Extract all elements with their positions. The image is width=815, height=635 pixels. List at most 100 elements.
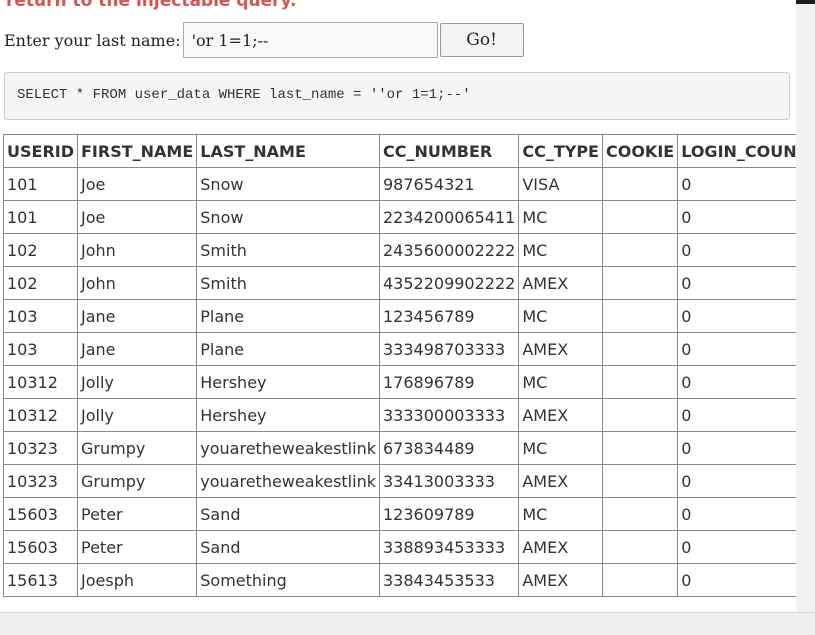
cell-cc-number: 33843453533 bbox=[378, 563, 520, 597]
table-row: 10323 Grumpy youaretheweakestlink 334130033… bbox=[3, 464, 796, 498]
col-header-cc-number: CC_NUMBER bbox=[378, 134, 520, 168]
table-row: 102 John Smith 4352209902222 AMEX 0 bbox=[3, 266, 796, 300]
cell-login-count: 0 bbox=[677, 530, 796, 564]
cell-cc-type: AMEX bbox=[518, 530, 603, 564]
cell-cc-type: VISA bbox=[518, 167, 603, 201]
cell-userid: 10323 bbox=[3, 464, 78, 498]
cell-first-name: Jane bbox=[76, 299, 198, 333]
cell-cc-number: 673834489 bbox=[378, 431, 520, 465]
lesson-heading: return to the injectable query. bbox=[6, 0, 297, 11]
cell-last-name: Something bbox=[196, 563, 380, 597]
cell-last-name: youaretheweakestlink bbox=[196, 431, 380, 465]
cell-last-name: Sand bbox=[196, 530, 380, 564]
table-row: 10312 Jolly Hershey 176896789 MC 0 bbox=[3, 365, 796, 399]
cell-cc-number: 987654321 bbox=[378, 167, 520, 201]
col-header-cc-type: CC_TYPE bbox=[518, 134, 603, 168]
cell-first-name: Grumpy bbox=[76, 431, 198, 465]
cell-first-name: Joesph bbox=[76, 563, 198, 597]
cell-cookie bbox=[601, 200, 679, 234]
col-header-last-name: LAST_NAME bbox=[196, 134, 380, 168]
cell-last-name: Smith bbox=[196, 233, 380, 267]
bottom-strip bbox=[0, 612, 815, 635]
cell-userid: 103 bbox=[3, 299, 78, 333]
cell-login-count: 0 bbox=[677, 431, 796, 465]
cell-last-name: Hershey bbox=[196, 365, 380, 399]
cell-first-name: Jolly bbox=[76, 365, 198, 399]
cell-cc-type: AMEX bbox=[518, 398, 603, 432]
cell-cc-number: 2435600002222 bbox=[378, 233, 520, 267]
table-row: 103 Jane Plane 333498703333 AMEX 0 bbox=[3, 332, 796, 366]
cell-cc-number: 2234200065411 bbox=[378, 200, 520, 234]
cell-cookie bbox=[601, 497, 679, 531]
cell-cc-number: 176896789 bbox=[378, 365, 520, 399]
cell-cc-number: 4352209902222 bbox=[378, 266, 520, 300]
table-row: 103 Jane Plane 123456789 MC 0 bbox=[3, 299, 796, 333]
go-button[interactable]: Go! bbox=[439, 23, 524, 57]
table-row: 102 John Smith 2435600002222 MC 0 bbox=[3, 233, 796, 267]
cell-login-count: 0 bbox=[677, 266, 796, 300]
table-row: 15613 Joesph Something 33843453533 AMEX 0 bbox=[3, 563, 796, 597]
cell-cc-type: MC bbox=[518, 299, 603, 333]
cell-cc-number: 338893453333 bbox=[378, 530, 520, 564]
last-name-label: Enter your last name: bbox=[4, 30, 181, 50]
cell-first-name: Jolly bbox=[76, 398, 198, 432]
cell-last-name: Smith bbox=[196, 266, 380, 300]
table-row: 15603 Peter Sand 123609789 MC 0 bbox=[3, 497, 796, 531]
cell-first-name: John bbox=[76, 233, 198, 267]
col-header-first-name: FIRST_NAME bbox=[76, 134, 198, 168]
cell-last-name: youaretheweakestlink bbox=[196, 464, 380, 498]
cell-first-name: Peter bbox=[76, 497, 198, 531]
cell-cc-type: MC bbox=[518, 497, 603, 531]
cell-cc-number: 123456789 bbox=[378, 299, 520, 333]
cell-last-name: Sand bbox=[196, 497, 380, 531]
cell-cc-number: 333498703333 bbox=[378, 332, 520, 366]
cell-cc-number: 123609789 bbox=[378, 497, 520, 531]
cell-cookie bbox=[601, 266, 679, 300]
cell-first-name: Grumpy bbox=[76, 464, 198, 498]
cell-first-name: Joe bbox=[76, 167, 198, 201]
cell-userid: 101 bbox=[3, 167, 78, 201]
last-name-input[interactable] bbox=[182, 22, 438, 58]
cell-login-count: 0 bbox=[677, 299, 796, 333]
cell-cookie bbox=[601, 233, 679, 267]
cell-first-name: John bbox=[76, 266, 198, 300]
cell-userid: 103 bbox=[3, 332, 78, 366]
cell-userid: 102 bbox=[3, 233, 78, 267]
cell-cc-type: MC bbox=[518, 431, 603, 465]
cell-cc-type: MC bbox=[518, 200, 603, 234]
cell-first-name: Peter bbox=[76, 530, 198, 564]
cell-last-name: Plane bbox=[196, 332, 380, 366]
cell-cc-type: AMEX bbox=[518, 563, 603, 597]
cell-cc-type: MC bbox=[518, 233, 603, 267]
cell-login-count: 0 bbox=[677, 497, 796, 531]
table-row: 10323 Grumpy youaretheweakestlink 673834489… bbox=[3, 431, 796, 465]
cell-login-count: 0 bbox=[677, 398, 796, 432]
cell-cookie bbox=[601, 332, 679, 366]
table-row: 101 Joe Snow 2234200065411 MC 0 bbox=[3, 200, 796, 234]
cell-cc-number: 33413003333 bbox=[378, 464, 520, 498]
cell-login-count: 0 bbox=[677, 233, 796, 267]
sql-query-display: SELECT * FROM user_data WHERE last_name … bbox=[4, 72, 790, 120]
cell-last-name: Snow bbox=[196, 167, 380, 201]
cell-login-count: 0 bbox=[677, 365, 796, 399]
cell-cc-type: MC bbox=[518, 365, 603, 399]
cell-userid: 10312 bbox=[3, 365, 78, 399]
cell-cc-type: AMEX bbox=[518, 266, 603, 300]
cell-userid: 15603 bbox=[3, 530, 78, 564]
cell-cc-number: 333300003333 bbox=[378, 398, 520, 432]
cell-userid: 101 bbox=[3, 200, 78, 234]
cell-cookie bbox=[601, 563, 679, 597]
cell-cookie bbox=[601, 398, 679, 432]
cell-cc-type: AMEX bbox=[518, 332, 603, 366]
col-header-login-count: LOGIN_COUNT bbox=[677, 134, 796, 168]
col-header-cookie: COOKIE bbox=[601, 134, 679, 168]
cell-cookie bbox=[601, 464, 679, 498]
cell-login-count: 0 bbox=[677, 167, 796, 201]
content-panel: return to the injectable query. Enter yo… bbox=[0, 0, 796, 612]
cell-cc-type: AMEX bbox=[518, 464, 603, 498]
cell-login-count: 0 bbox=[677, 200, 796, 234]
results-table: USERID FIRST_NAME LAST_NAME CC_NUMBER CC… bbox=[3, 134, 796, 597]
cell-userid: 15603 bbox=[3, 497, 78, 531]
cell-cookie bbox=[601, 365, 679, 399]
cell-last-name: Hershey bbox=[196, 398, 380, 432]
